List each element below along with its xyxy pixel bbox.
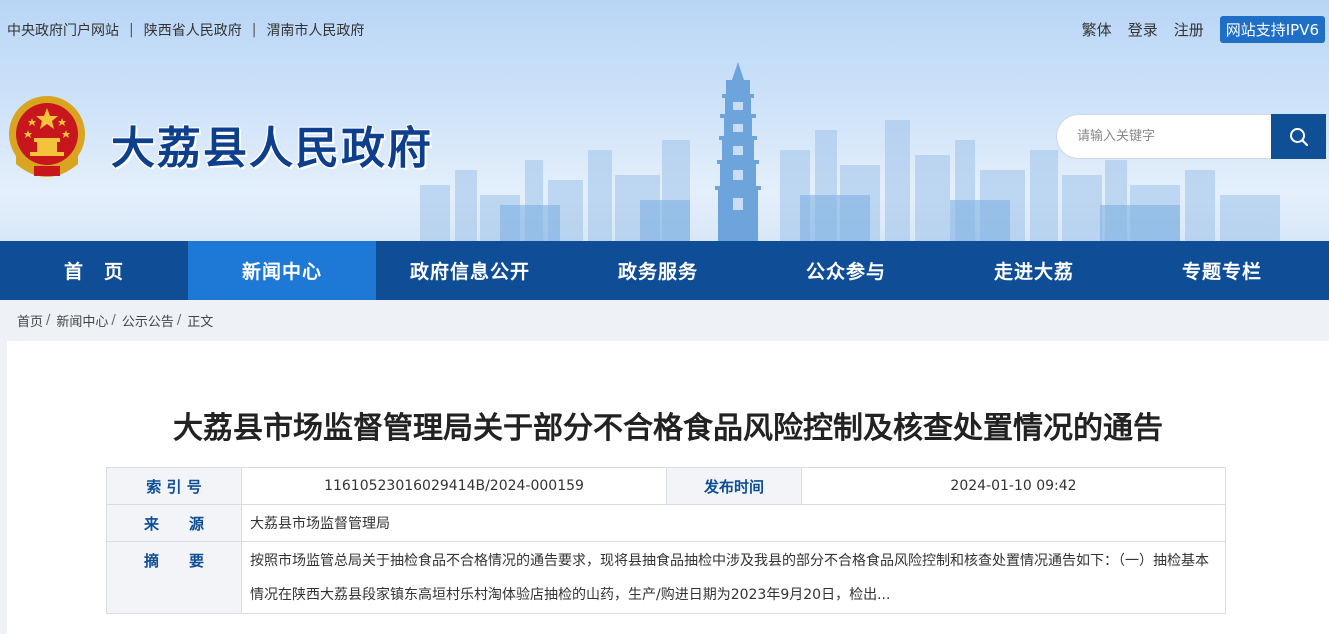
- login-link[interactable]: 登录: [1128, 19, 1158, 40]
- breadcrumb-notices[interactable]: 公示公告: [122, 311, 174, 330]
- search-button[interactable]: [1271, 114, 1326, 159]
- abstract-value: 按照市场监管总局关于抽检食品不合格情况的通告要求，现将县抽食品抽检中涉及我县的部…: [241, 541, 1226, 614]
- top-links: 中央政府门户网站 | 陕西省人民政府 | 渭南市人民政府: [7, 20, 364, 40]
- index-value: 11610523016029414B/2024-000159: [241, 467, 667, 505]
- site-header: 中央政府门户网站 | 陕西省人民政府 | 渭南市人民政府 繁体 登录 注册 网站…: [0, 0, 1329, 241]
- link-central-gov[interactable]: 中央政府门户网站: [7, 20, 119, 40]
- breadcrumb-current: 正文: [187, 315, 214, 330]
- separator: /: [176, 313, 182, 328]
- separator: /: [46, 313, 51, 328]
- traditional-chinese-link[interactable]: 繁体: [1082, 19, 1112, 40]
- article-meta-table: 索 引 号 11610523016029414B/2024-000159 发布时…: [106, 467, 1226, 614]
- search-box: [1056, 114, 1326, 159]
- nav-gov-services[interactable]: 政务服务: [564, 241, 752, 300]
- index-label: 索 引 号: [106, 467, 242, 505]
- nav-special-topics[interactable]: 专题专栏: [1128, 241, 1316, 300]
- separator: |: [251, 22, 257, 38]
- ipv6-badge: 网站支持IPV6: [1219, 16, 1325, 43]
- breadcrumb-home[interactable]: 首页: [17, 311, 43, 330]
- national-emblem-icon: [9, 96, 85, 177]
- date-value: 2024-01-10 09:42: [801, 467, 1226, 505]
- breadcrumb: 首页 / 新闻中心 / 公示公告 / 正文: [0, 300, 1329, 341]
- breadcrumb-news[interactable]: 新闻中心: [56, 311, 108, 330]
- main-nav: 首 页 新闻中心 政府信息公开 政务服务 公众参与 走进大荔 专题专栏: [0, 241, 1329, 300]
- nav-about-dali[interactable]: 走进大荔: [940, 241, 1128, 300]
- table-row: 来 源 大荔县市场监督管理局: [106, 504, 1226, 542]
- site-name: 大荔县人民政府: [111, 123, 433, 174]
- nav-news-center[interactable]: 新闻中心: [188, 241, 376, 300]
- abstract-label: 摘 要: [106, 541, 242, 614]
- date-label: 发布时间: [666, 467, 802, 505]
- link-shaanxi-gov[interactable]: 陕西省人民政府: [144, 20, 242, 40]
- table-row: 摘 要 按照市场监管总局关于抽检食品不合格情况的通告要求，现将县抽食品抽检中涉及…: [106, 541, 1226, 614]
- separator: |: [129, 22, 134, 38]
- article-content: 大荔县市场监督管理局关于部分不合格食品风险控制及核查处置情况的通告 索 引 号 …: [7, 341, 1329, 634]
- link-weinan-gov[interactable]: 渭南市人民政府: [266, 20, 364, 40]
- separator: /: [111, 313, 116, 328]
- nav-public-participation[interactable]: 公众参与: [752, 241, 940, 300]
- source-value: 大荔县市场监督管理局: [241, 504, 1226, 542]
- table-row: 索 引 号 11610523016029414B/2024-000159 发布时…: [106, 467, 1226, 505]
- search-input[interactable]: [1056, 114, 1271, 159]
- register-link[interactable]: 注册: [1174, 19, 1204, 40]
- nav-home[interactable]: 首 页: [0, 241, 188, 300]
- nav-gov-info[interactable]: 政府信息公开: [376, 241, 564, 300]
- article-title: 大荔县市场监督管理局关于部分不合格食品风险控制及核查处置情况的通告: [173, 411, 1163, 446]
- top-right-links: 繁体 登录 注册 网站支持IPV6: [1082, 16, 1325, 43]
- search-icon: [1289, 127, 1308, 146]
- source-label: 来 源: [106, 504, 242, 542]
